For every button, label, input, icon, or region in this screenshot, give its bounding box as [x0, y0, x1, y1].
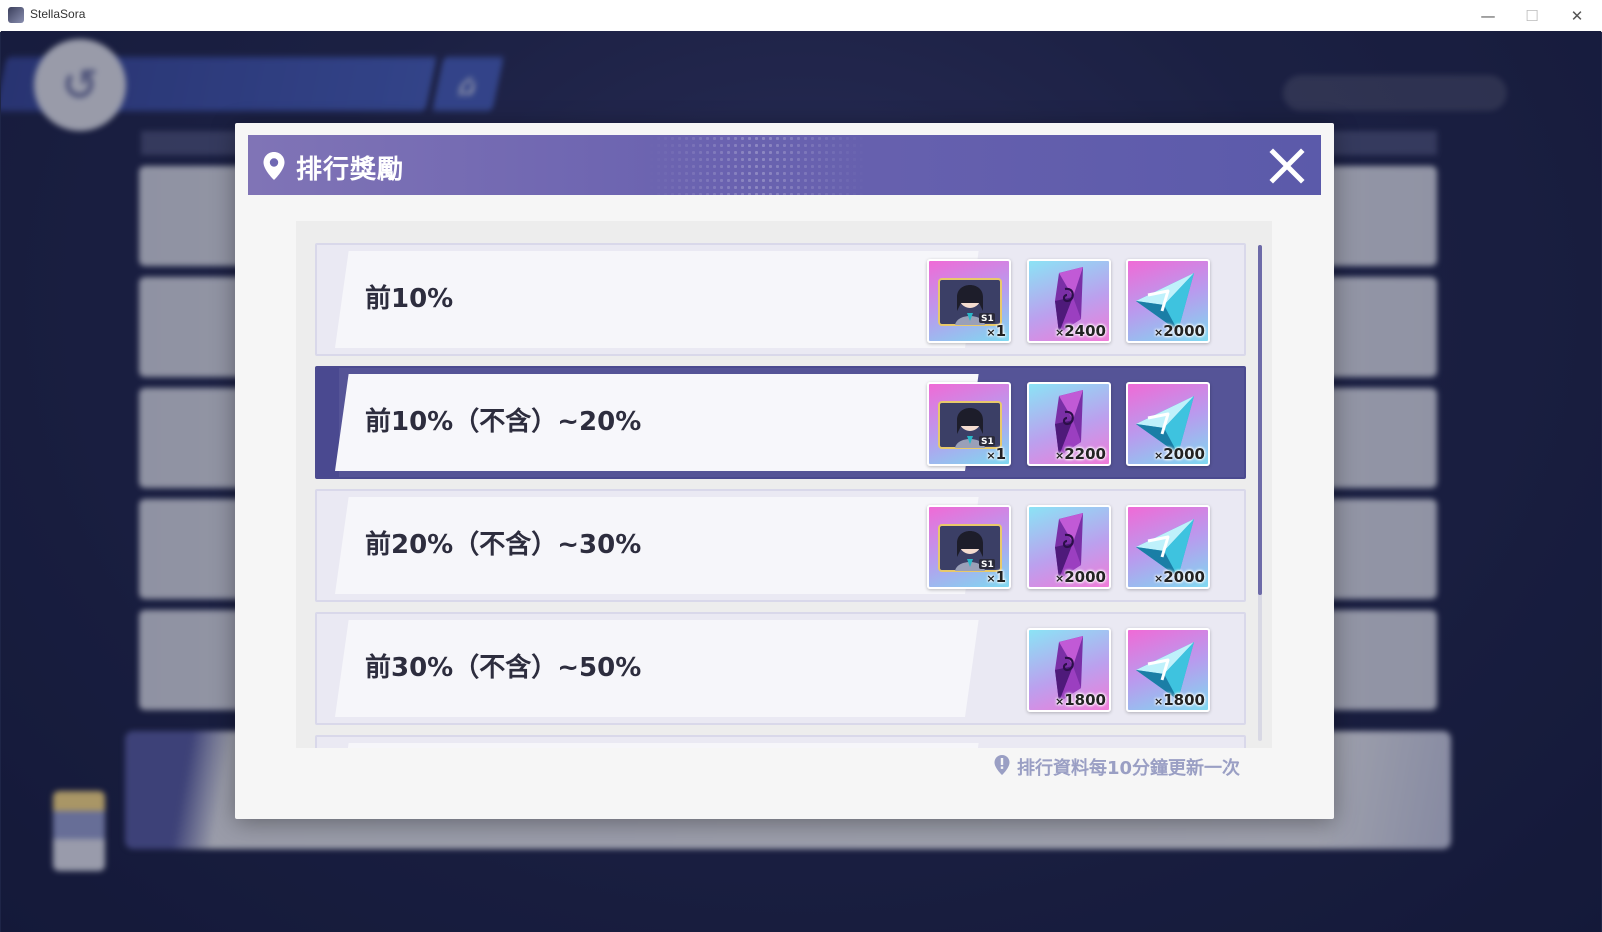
quantity-prefix: × [1154, 572, 1164, 585]
reward-quantity: ×2400 [1055, 322, 1106, 340]
quantity-prefix: × [1055, 326, 1065, 339]
reward-row[interactable]: 前10% S1 ×1 ×2400 ×2000 [315, 243, 1246, 356]
minimize-button[interactable]: — [1466, 0, 1510, 31]
character-portrait-s1[interactable]: S1 ×1 [927, 382, 1011, 466]
window-titlebar: StellaSora — ☐ ✕ [0, 0, 1602, 32]
quantity-value: 2000 [1163, 322, 1205, 340]
reward-quantity: ×1 [986, 445, 1006, 463]
reward-row[interactable] [315, 735, 1246, 748]
cyan-diamond-icon[interactable]: ×2000 [1126, 505, 1210, 589]
reward-quantity: ×2000 [1154, 445, 1205, 463]
app-icon [8, 7, 24, 23]
window-title: StellaSora [30, 7, 86, 21]
quantity-value: 1 [995, 445, 1006, 463]
reward-quantity: ×2000 [1154, 322, 1205, 340]
scrollbar-thumb[interactable] [1258, 245, 1262, 595]
modal-title: 排行獎勵 [296, 155, 405, 185]
character-portrait-s1[interactable]: S1 ×1 [927, 505, 1011, 589]
quantity-prefix: × [986, 572, 996, 585]
info-exclamation-icon [994, 755, 1010, 775]
reward-list[interactable]: 前10% S1 ×1 ×2400 ×2000 前10%（不含）~20% S1 ×… [296, 221, 1272, 748]
quantity-value: 1800 [1064, 691, 1106, 709]
update-note: 排行資料每10分鐘更新一次 [1017, 758, 1241, 779]
location-pin-icon [263, 152, 285, 180]
rank-tier-label: 前30%（不含）~50% [365, 653, 642, 683]
quantity-value: 2200 [1064, 445, 1106, 463]
quantity-prefix: × [986, 326, 996, 339]
reward-quantity: ×2200 [1055, 445, 1106, 463]
quantity-value: 1 [995, 568, 1006, 586]
reward-quantity: ×2000 [1154, 568, 1205, 586]
purple-crystal-icon[interactable]: ×2200 [1027, 382, 1111, 466]
quantity-prefix: × [1154, 695, 1164, 708]
rank-rewards-modal: 排行獎勵 前10% S1 ×1 ×2400 ×2000 前10%（不含）~20%… [235, 123, 1334, 819]
modal-header: 排行獎勵 [248, 135, 1321, 195]
maximize-button[interactable]: ☐ [1510, 0, 1554, 31]
reward-row[interactable]: 前10%（不含）~20% S1 ×1 ×2200 ×2000 [315, 366, 1246, 479]
close-icon[interactable] [1268, 147, 1306, 185]
quantity-value: 1800 [1163, 691, 1205, 709]
reward-quantity: ×1800 [1055, 691, 1106, 709]
purple-crystal-icon[interactable]: ×2400 [1027, 259, 1111, 343]
reward-row[interactable]: 前20%（不含）~30% S1 ×1 ×2000 ×2000 [315, 489, 1246, 602]
quantity-prefix: × [1055, 695, 1065, 708]
reward-row[interactable]: 前30%（不含）~50% ×1800 ×1800 [315, 612, 1246, 725]
rank-tier-label: 前10% [365, 284, 454, 314]
cyan-diamond-icon[interactable]: ×2000 [1126, 382, 1210, 466]
quantity-prefix: × [1154, 449, 1164, 462]
rank-tier-label: 前20%（不含）~30% [365, 530, 642, 560]
purple-crystal-icon[interactable]: ×1800 [1027, 628, 1111, 712]
reward-quantity: ×2000 [1055, 568, 1106, 586]
cyan-diamond-icon[interactable]: ×2000 [1126, 259, 1210, 343]
row-banner [335, 743, 979, 748]
quantity-value: 2000 [1163, 445, 1205, 463]
header-dot-pattern [648, 135, 868, 195]
reward-quantity: ×1 [986, 322, 1006, 340]
quantity-value: 2400 [1064, 322, 1106, 340]
window-close-button[interactable]: ✕ [1555, 0, 1599, 31]
reward-quantity: ×1 [986, 568, 1006, 586]
quantity-value: 1 [995, 322, 1006, 340]
cyan-diamond-icon[interactable]: ×1800 [1126, 628, 1210, 712]
quantity-prefix: × [1055, 449, 1065, 462]
quantity-prefix: × [1154, 326, 1164, 339]
quantity-value: 2000 [1163, 568, 1205, 586]
quantity-prefix: × [986, 449, 996, 462]
reward-quantity: ×1800 [1154, 691, 1205, 709]
quantity-prefix: × [1055, 572, 1065, 585]
purple-crystal-icon[interactable]: ×2000 [1027, 505, 1111, 589]
rank-tier-label: 前10%（不含）~20% [365, 407, 642, 437]
quantity-value: 2000 [1064, 568, 1106, 586]
character-portrait-s1[interactable]: S1 ×1 [927, 259, 1011, 343]
